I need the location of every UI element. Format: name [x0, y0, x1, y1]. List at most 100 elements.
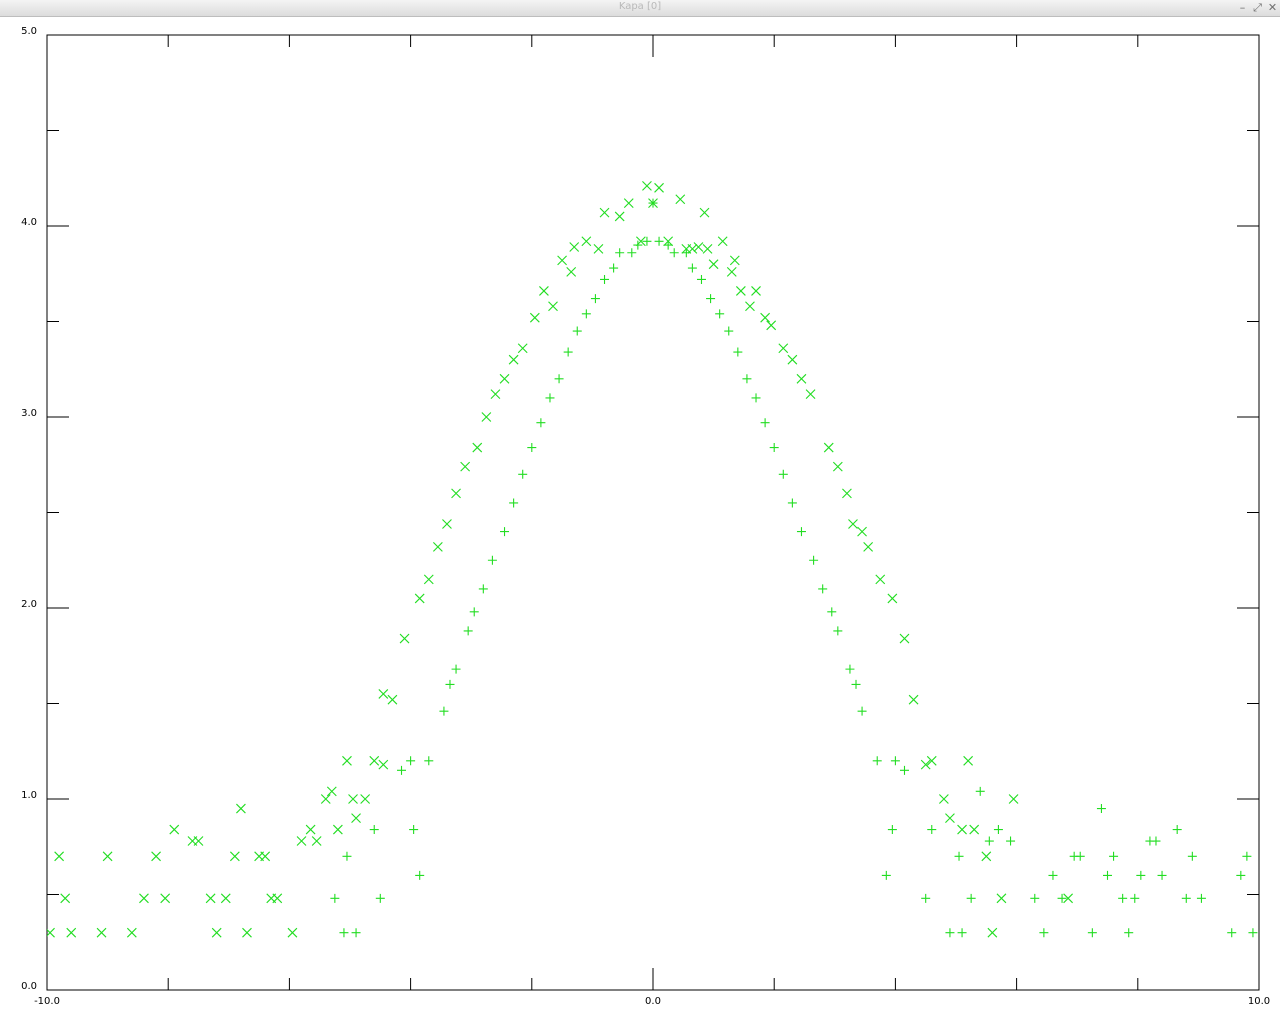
scatter-plot: -10.0 0.0 10.0 0.0 1.0 2.0 3.0 4.0 5.0: [21, 26, 1280, 1007]
data-point-plus: [1187, 851, 1197, 861]
data-point-x: [160, 893, 171, 904]
data-point-plus: [572, 326, 582, 336]
data-point-plus: [1118, 893, 1128, 903]
data-point-x: [875, 574, 886, 585]
data-point-plus: [809, 555, 819, 565]
data-point-x: [832, 461, 843, 472]
data-point-x: [472, 442, 483, 453]
data-point-x: [54, 851, 65, 862]
data-point-x: [236, 803, 246, 814]
data-point-plus: [954, 851, 964, 861]
data-point-plus: [463, 626, 473, 636]
data-point-plus: [424, 756, 434, 766]
data-point-plus: [778, 469, 788, 479]
data-point-plus: [663, 240, 673, 250]
data-point-x: [287, 927, 298, 938]
data-point-x: [899, 633, 910, 644]
maximize-icon[interactable]: ⤢: [1251, 1, 1264, 15]
data-point-plus: [1151, 836, 1161, 846]
data-point-plus: [890, 756, 900, 766]
data-point-x: [442, 519, 452, 529]
data-point-x: [193, 836, 204, 846]
data-point-plus: [715, 309, 725, 319]
data-point-plus: [1039, 928, 1049, 938]
data-point-x: [460, 461, 471, 472]
data-point-plus: [397, 765, 407, 775]
data-point-plus: [1157, 870, 1167, 880]
data-point-plus: [406, 756, 416, 766]
data-point-x: [211, 927, 222, 938]
data-point-x: [745, 301, 755, 312]
data-point-plus: [581, 309, 591, 319]
data-point-plus: [563, 347, 573, 357]
data-point-x: [996, 893, 1007, 904]
data-point-plus: [1248, 928, 1258, 938]
data-point-x: [863, 541, 874, 552]
data-point-plus: [330, 893, 340, 903]
data-point-x: [796, 373, 807, 384]
data-point-x: [760, 312, 770, 323]
data-point-x: [432, 541, 443, 552]
data-point-plus: [921, 893, 931, 903]
data-point-x: [311, 836, 322, 846]
data-point-plus: [1196, 893, 1206, 903]
data-point-x: [102, 851, 113, 862]
data-point-plus: [872, 756, 882, 766]
data-point-plus: [751, 393, 761, 403]
data-point-plus: [487, 555, 497, 565]
window-titlebar[interactable]: Kapa [0] – ⤢ ✕: [0, 0, 1280, 17]
minimize-icon[interactable]: –: [1236, 1, 1249, 15]
data-point-x: [296, 836, 307, 846]
data-point-plus: [451, 664, 461, 674]
data-point-x: [569, 242, 580, 252]
data-point-x: [766, 320, 777, 331]
data-point-x: [451, 488, 461, 499]
data-point-x: [717, 236, 728, 247]
data-point-plus: [857, 706, 867, 716]
data-point-plus: [527, 443, 537, 453]
data-point-plus: [851, 679, 861, 689]
data-point-plus: [845, 664, 855, 674]
axes-layer: -10.0 0.0 10.0 0.0 1.0 2.0 3.0 4.0 5.0: [21, 26, 1270, 1007]
y-tick-label: 2.0: [21, 599, 37, 610]
data-point-x: [963, 755, 974, 766]
data-point-x: [642, 181, 652, 191]
data-point-plus: [706, 294, 716, 304]
data-point-x: [787, 354, 798, 365]
data-point-plus: [469, 607, 479, 617]
data-point-plus: [590, 294, 600, 304]
data-point-x: [729, 255, 740, 266]
data-point-plus: [654, 236, 664, 246]
data-point-x: [326, 786, 337, 797]
data-point-x: [320, 794, 331, 804]
data-point-x: [599, 207, 610, 218]
data-point-x: [205, 893, 216, 904]
data-point-plus: [669, 248, 679, 258]
data-point-x: [305, 824, 316, 835]
close-icon[interactable]: ✕: [1266, 1, 1279, 15]
data-point-plus: [445, 679, 455, 689]
data-point-x: [581, 236, 592, 247]
data-point-plus: [1181, 893, 1191, 903]
data-point-x: [675, 194, 686, 205]
data-point-x: [969, 824, 980, 835]
data-point-x: [399, 633, 410, 644]
data-point-x: [272, 893, 283, 904]
data-point-x: [623, 198, 634, 208]
data-point-x: [614, 211, 625, 222]
data-point-x: [529, 312, 540, 323]
data-point-plus: [536, 418, 546, 428]
data-point-x: [348, 794, 358, 804]
data-point-plus: [724, 326, 734, 336]
data-point-plus: [518, 469, 528, 479]
data-point-plus: [439, 706, 449, 716]
data-point-plus: [696, 274, 706, 284]
data-point-plus: [415, 870, 425, 880]
data-point-plus: [1273, 871, 1280, 880]
data-point-x: [548, 301, 558, 312]
data-point-x: [499, 373, 510, 384]
data-point-plus: [1048, 870, 1058, 880]
data-point-x: [751, 286, 761, 296]
data-point-x: [66, 927, 77, 938]
data-point-plus: [966, 893, 976, 903]
